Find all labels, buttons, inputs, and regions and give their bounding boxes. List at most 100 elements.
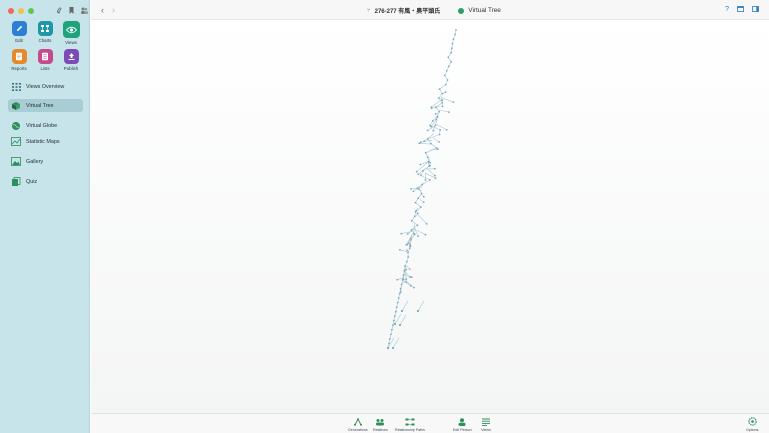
tree-person-node[interactable] [419, 163, 422, 166]
tree-person-node[interactable] [409, 276, 411, 279]
tree-person-node[interactable] [434, 177, 437, 180]
tree-person-node[interactable] [394, 310, 397, 313]
tree-person-node[interactable] [414, 201, 417, 204]
tree-person-node[interactable] [417, 173, 420, 176]
paperclip-icon[interactable] [56, 6, 63, 15]
tree-person-node[interactable] [441, 105, 444, 108]
tree-person-node[interactable] [438, 141, 440, 143]
tree-person-node[interactable] [397, 297, 400, 299]
forward-arrow-icon[interactable]: › [112, 5, 115, 15]
tree-person-node[interactable] [405, 278, 408, 281]
tree-person-node[interactable] [454, 33, 456, 36]
tree-person-node[interactable] [395, 306, 398, 308]
people-icon[interactable] [80, 6, 88, 15]
tree-person-node[interactable] [434, 167, 436, 170]
tree-person-node[interactable] [452, 38, 455, 40]
tree-person-node[interactable] [406, 249, 408, 252]
tree-person-node[interactable] [404, 265, 406, 268]
window-icon[interactable] [737, 6, 744, 14]
nav-item-quiz[interactable]: Quiz [8, 175, 83, 188]
tree-person-node[interactable] [435, 118, 438, 121]
tree-person-node[interactable] [412, 190, 415, 193]
tree-person-node[interactable] [415, 209, 418, 212]
nav-item-views-overview[interactable]: Views Overview [8, 80, 83, 93]
tree-person-node[interactable] [408, 247, 411, 250]
minimize-window-button[interactable] [18, 8, 24, 14]
nav-item-virtual-globe[interactable]: Virtual Globe [8, 119, 83, 132]
tree-person-node[interactable] [392, 324, 394, 327]
generations-button[interactable]: Generations [348, 417, 368, 432]
tree-person-node[interactable] [441, 99, 444, 102]
tree-person-node[interactable] [452, 101, 455, 103]
help-icon[interactable]: ? [725, 6, 729, 14]
tree-person-node[interactable] [424, 151, 427, 154]
tree-person-node[interactable] [441, 101, 444, 104]
tree-person-node[interactable] [422, 201, 425, 204]
tree-person-node[interactable] [413, 286, 415, 289]
module-views[interactable]: Views [60, 21, 82, 45]
tree-person-node[interactable] [437, 97, 440, 99]
edit-person-button[interactable]: Edit Person [453, 417, 472, 432]
tree-person-node[interactable] [400, 232, 403, 235]
tree-person-node[interactable] [416, 187, 419, 190]
module-lists[interactable]: Lists [34, 49, 56, 71]
tree-person-node[interactable] [419, 174, 422, 177]
tree-person-node[interactable] [431, 120, 434, 122]
tree-person-node[interactable] [441, 92, 444, 95]
tree-person-node[interactable] [398, 292, 401, 295]
tree-person-node[interactable] [389, 338, 391, 340]
tree-person-node[interactable] [420, 192, 423, 195]
tree-person-node[interactable] [407, 256, 410, 258]
tree-person-node[interactable] [434, 113, 437, 115]
tree-person-node[interactable] [438, 88, 441, 90]
module-edit[interactable]: Edit [8, 21, 30, 45]
tree-person-node[interactable] [429, 161, 432, 164]
tree-person-node[interactable] [443, 74, 446, 77]
tree-person-node[interactable] [418, 188, 420, 190]
tree-person-node[interactable] [400, 309, 404, 313]
tree-person-node[interactable] [444, 91, 447, 94]
tree-person-node[interactable] [422, 169, 424, 172]
tree-person-node[interactable] [392, 319, 395, 322]
tree-person-node[interactable] [408, 242, 410, 245]
views-button[interactable]: Views [481, 417, 491, 432]
nav-item-statistic-maps[interactable]: Statistic Maps [8, 135, 83, 148]
tree-person-node[interactable] [416, 309, 420, 313]
nav-item-gallery[interactable]: Gallery [8, 155, 83, 168]
tree-person-node[interactable] [425, 223, 428, 225]
tree-person-node[interactable] [424, 233, 427, 236]
tree-person-node[interactable] [402, 274, 405, 277]
tree-person-node[interactable] [416, 212, 419, 215]
tree-person-node[interactable] [423, 140, 426, 142]
tree-person-node[interactable] [413, 215, 416, 218]
tree-person-node[interactable] [415, 170, 418, 173]
tree-person-node[interactable] [409, 268, 411, 271]
tree-person-node[interactable] [410, 276, 413, 278]
close-window-button[interactable] [8, 8, 14, 14]
tree-person-node[interactable] [416, 224, 419, 227]
module-charts[interactable]: Charts [34, 21, 56, 45]
tree-person-node[interactable] [430, 142, 432, 145]
tree-person-node[interactable] [419, 141, 422, 144]
tree-person-node[interactable] [434, 124, 437, 127]
tree-person-node[interactable] [410, 229, 413, 231]
tree-person-node[interactable] [393, 322, 397, 326]
tree-person-node[interactable] [391, 346, 395, 350]
options-button[interactable]: Options [746, 417, 758, 432]
tree-person-node[interactable] [434, 174, 436, 177]
tree-person-node[interactable] [402, 278, 405, 281]
tree-person-node[interactable] [406, 243, 409, 246]
tree-person-node[interactable] [450, 60, 453, 63]
module-reports[interactable]: Reports [8, 49, 30, 71]
tree-person-node[interactable] [390, 333, 392, 336]
tree-person-node[interactable] [396, 301, 399, 304]
tree-person-node[interactable] [399, 248, 401, 251]
tree-person-node[interactable] [430, 125, 432, 128]
tree-person-node[interactable] [445, 70, 448, 72]
tree-person-node[interactable] [451, 47, 453, 50]
tree-person-node[interactable] [439, 129, 441, 131]
tree-person-node[interactable] [447, 56, 450, 59]
tree-person-node[interactable] [434, 106, 437, 109]
tree-person-node[interactable] [406, 233, 409, 235]
tree-person-node[interactable] [407, 251, 409, 254]
